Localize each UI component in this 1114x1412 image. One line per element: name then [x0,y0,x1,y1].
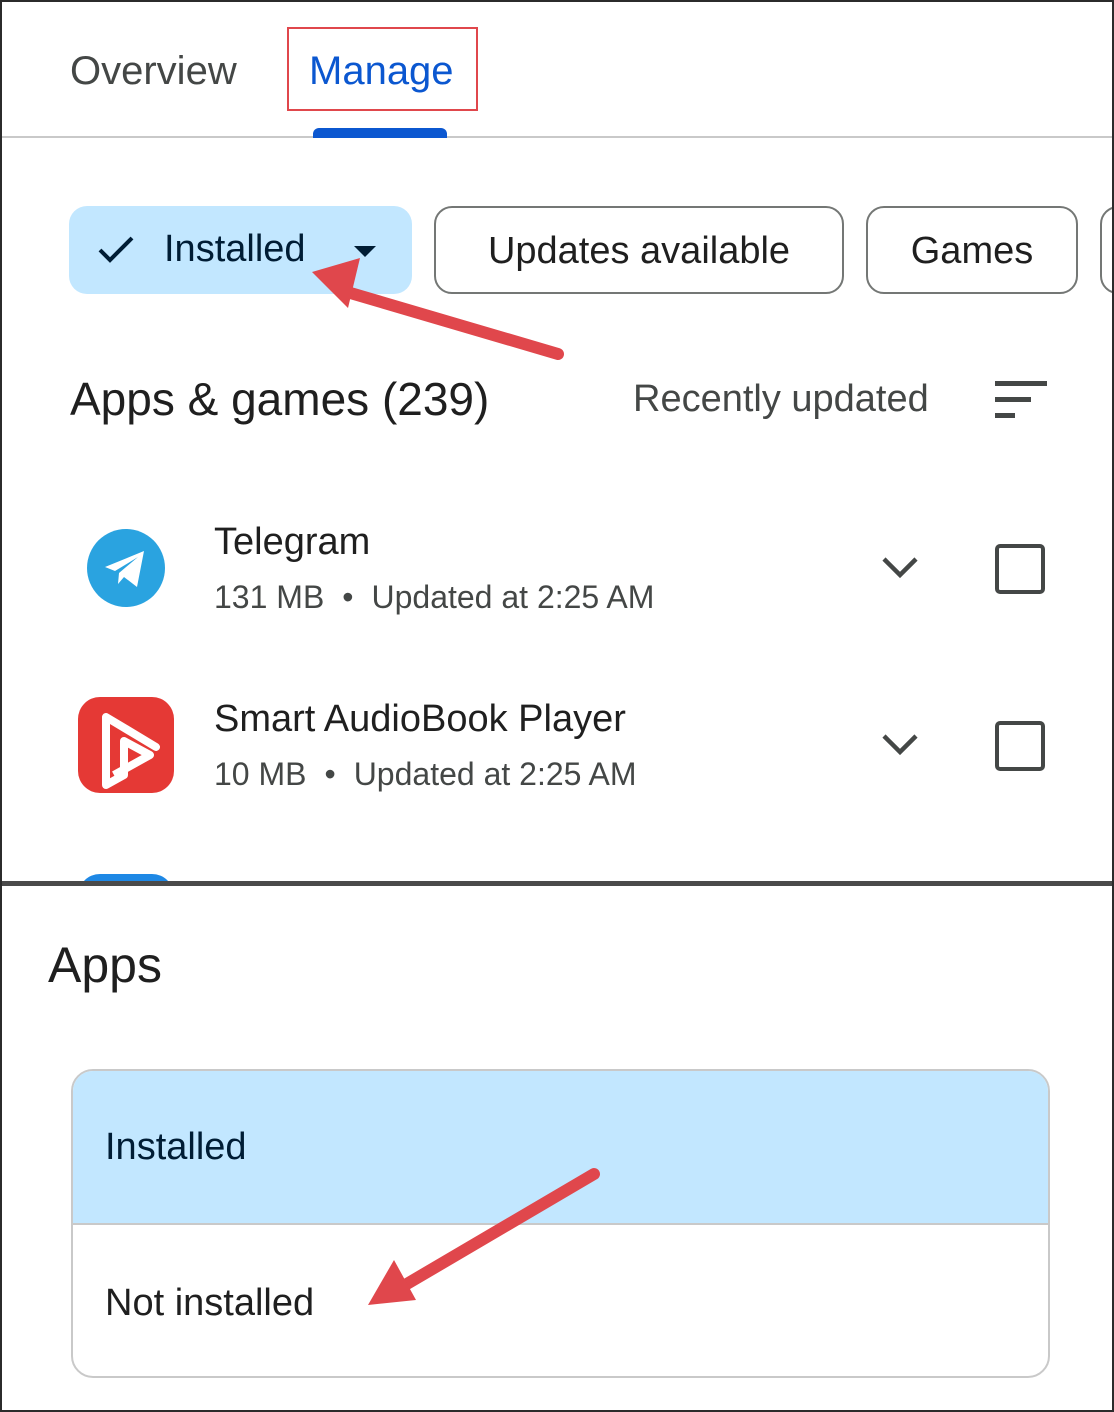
tab-overview[interactable]: Overview [70,48,237,94]
app-updated: Updated at 2:25 AM [371,579,655,615]
chevron-down-icon[interactable] [880,552,920,582]
tab-bar: Overview Manage [2,2,1112,138]
sort-label[interactable]: Recently updated [633,377,929,421]
option-not-installed[interactable]: Not installed [73,1225,1048,1376]
option-label: Installed [105,1126,247,1168]
select-checkbox[interactable] [995,544,1045,594]
installed-filter-chip[interactable]: Installed [69,206,412,294]
chevron-down-icon[interactable] [880,729,920,759]
telegram-icon [78,520,174,616]
app-row-smart-audiobook-player[interactable]: Smart AudioBook Player 10 MB • Updated at … [2,697,1112,837]
separator-dot: • [324,756,336,792]
separator-dot: • [342,579,354,615]
app-row-telegram[interactable]: Telegram 131 MB • Updated at 2:25 AM [2,520,1112,660]
section-title: Apps & games (239) [70,373,490,425]
active-tab-indicator [313,128,447,138]
app-name: Telegram [214,521,371,563]
app-name: Smart AudioBook Player [214,698,626,740]
app-meta: 131 MB • Updated at 2:25 AM [214,578,654,616]
option-label: Not installed [105,1282,315,1324]
check-icon [98,236,134,263]
select-checkbox[interactable] [995,721,1045,771]
option-installed[interactable]: Installed [73,1071,1048,1225]
sheet-title: Apps [48,937,162,993]
app-size: 10 MB [214,756,307,792]
installed-chip-label: Installed [164,228,306,270]
app-meta: 10 MB • Updated at 2:25 AM [214,755,637,793]
more-filter-chip[interactable] [1100,206,1112,294]
options-list: Installed Not installed [71,1069,1050,1378]
audiobook-icon [78,697,174,793]
screenshot-divider [2,881,1112,886]
screenshot-frame: Overview Manage Installed Updates availa… [0,0,1114,1412]
sort-icon[interactable] [995,380,1047,420]
games-chip[interactable]: Games [866,206,1078,294]
dropdown-caret-icon [354,246,376,257]
app-size: 131 MB [214,579,325,615]
manage-highlight-box [287,27,478,111]
app-updated: Updated at 2:25 AM [353,756,637,792]
updates-available-chip[interactable]: Updates available [434,206,844,294]
